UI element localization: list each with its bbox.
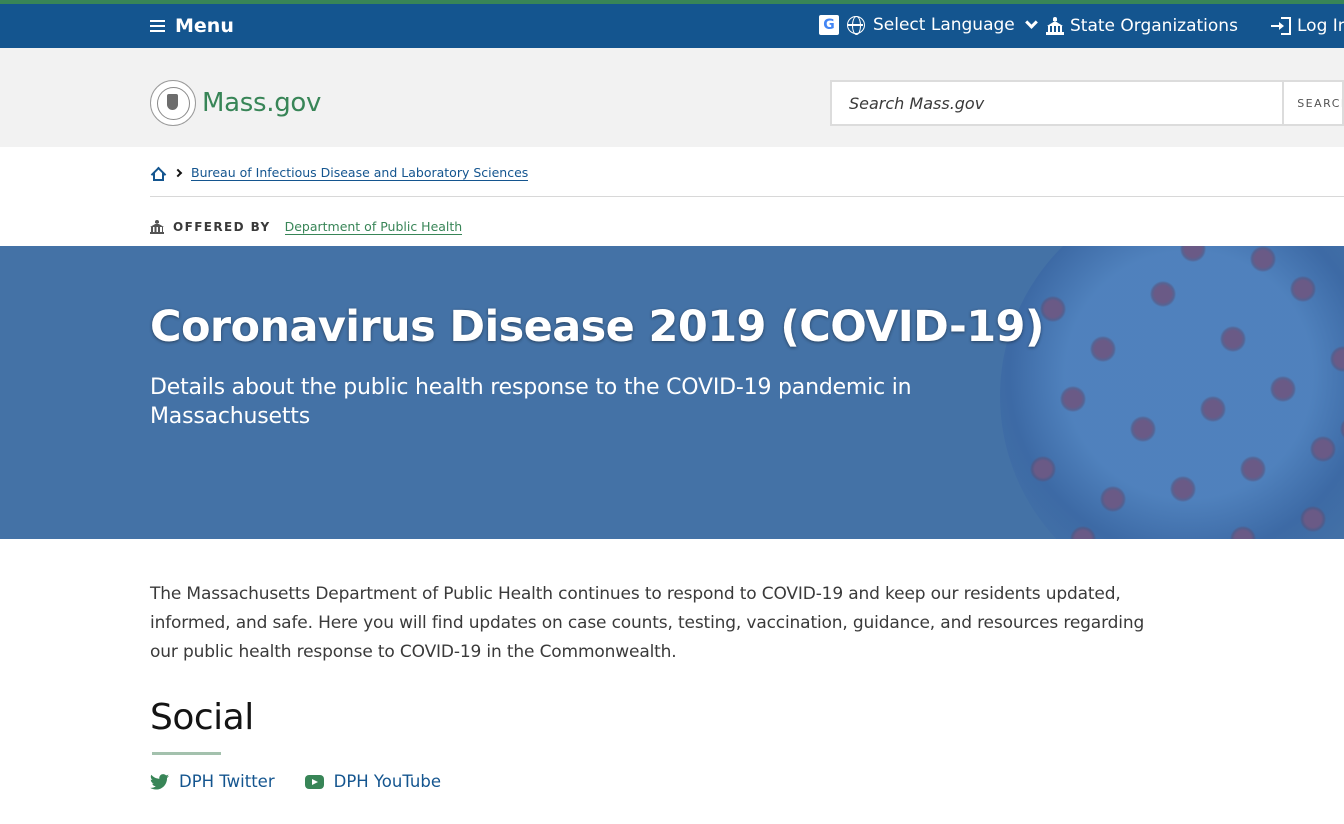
building-icon <box>150 219 165 235</box>
dph-twitter-link[interactable]: DPH Twitter <box>150 772 275 791</box>
dph-youtube-label: DPH YouTube <box>333 772 442 791</box>
menu-label: Menu <box>175 15 234 37</box>
site-header: Mass.gov SEARCH <box>0 48 1344 147</box>
search-button[interactable]: SEARCH <box>1282 80 1344 126</box>
logo-wordmark: Mass.gov <box>202 88 322 118</box>
building-icon <box>1046 17 1064 35</box>
home-icon[interactable] <box>150 166 167 182</box>
divider <box>150 196 1344 197</box>
social-heading: Social <box>150 697 254 738</box>
utility-nav: Menu G Select Language State Organizatio… <box>0 0 1344 48</box>
page-subtitle: Details about the public health response… <box>150 375 912 429</box>
offered-by: OFFERED BY Department of Public Health <box>150 219 463 235</box>
dph-youtube-link[interactable]: DPH YouTube <box>304 772 442 791</box>
google-translate-icon: G <box>819 15 839 35</box>
offered-by-org-link[interactable]: Department of Public Health <box>284 219 463 235</box>
page-hero: Coronavirus Disease 2019 (COVID-19) Deta… <box>0 246 1344 539</box>
login-button[interactable]: Log In <box>1271 16 1344 36</box>
breadcrumb: Bureau of Infectious Disease and Laborat… <box>150 165 529 182</box>
coronavirus-image <box>1000 246 1344 539</box>
language-label: Select Language <box>873 15 1015 35</box>
intro-paragraph: The Massachusetts Department of Public H… <box>150 584 1145 662</box>
login-icon <box>1271 17 1291 35</box>
state-organizations-button[interactable]: State Organizations <box>1046 16 1238 36</box>
menu-button[interactable]: Menu <box>150 15 234 37</box>
search-bar: SEARCH <box>830 80 1344 126</box>
dph-twitter-label: DPH Twitter <box>179 772 275 791</box>
page-title: Coronavirus Disease 2019 (COVID-19) <box>150 302 1045 352</box>
login-label: Log In <box>1297 16 1344 36</box>
state-seal-icon <box>150 80 196 126</box>
hamburger-icon <box>150 20 165 32</box>
offered-by-label: OFFERED BY <box>173 220 271 234</box>
social-links: DPH Twitter DPH YouTube <box>150 772 441 791</box>
youtube-icon <box>304 774 324 789</box>
mass-gov-logo[interactable]: Mass.gov <box>150 80 321 126</box>
language-selector[interactable]: G Select Language <box>819 15 1038 35</box>
twitter-icon <box>150 773 169 790</box>
heading-underline <box>152 752 221 755</box>
search-input[interactable] <box>830 80 1283 126</box>
state-organizations-label: State Organizations <box>1070 16 1238 36</box>
breadcrumb-link-bureau[interactable]: Bureau of Infectious Disease and Laborat… <box>191 165 529 181</box>
chevron-right-icon <box>173 168 183 178</box>
chevron-down-icon <box>1024 16 1038 29</box>
globe-icon <box>847 16 865 35</box>
